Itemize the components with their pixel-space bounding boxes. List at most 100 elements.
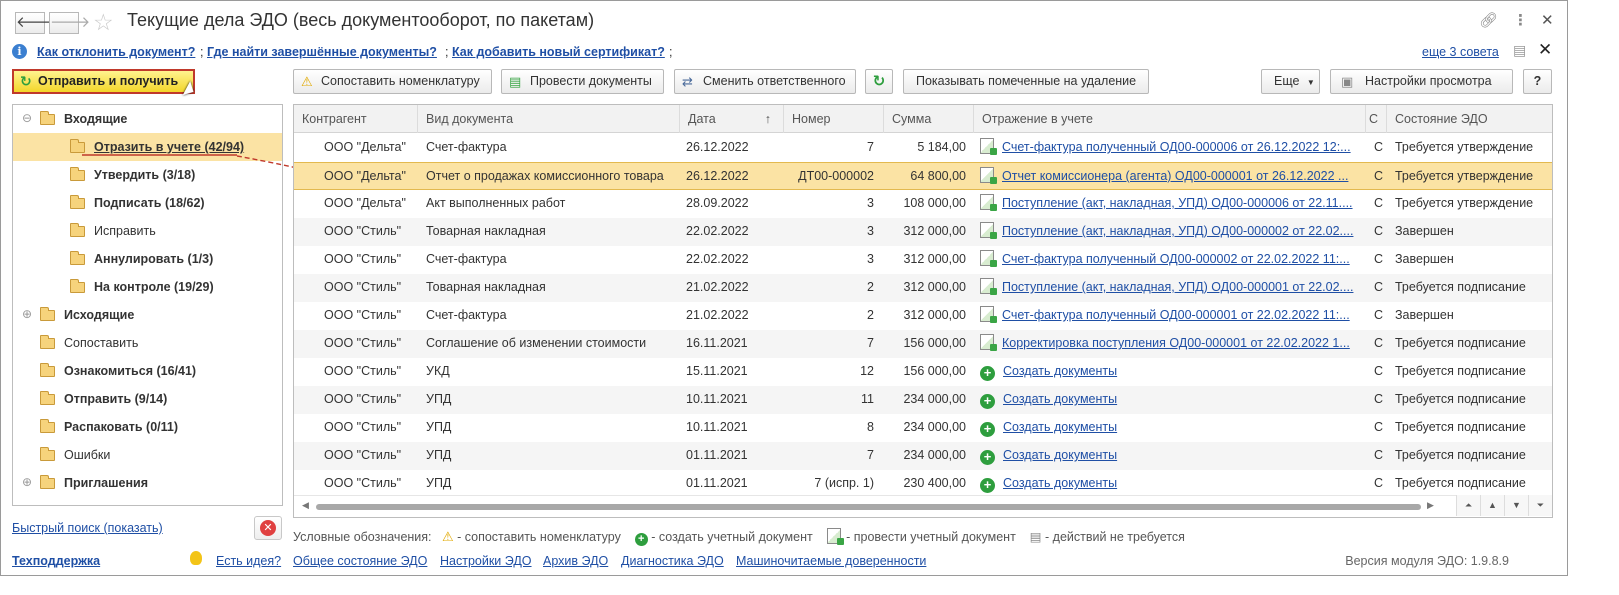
table-row[interactable]: ООО "Стиль" УПД 01.11.2021 7 234 000,00 + Созд… <box>294 442 1552 470</box>
tree-item[interactable]: ⊖ Входящие <box>13 105 282 133</box>
cell-reflection[interactable]: Счет-фактура полученный ОД00-000001 от 2… <box>980 302 1360 330</box>
cell-reflection[interactable]: Поступление (акт, накладная, УПД) ОД00-0… <box>980 274 1360 302</box>
reflection-link[interactable]: Корректировка поступления ОД00-000001 от… <box>1002 336 1350 350</box>
show-marked-deleted-button[interactable]: Показывать помеченные на удаление <box>903 69 1149 94</box>
cell-reflection[interactable]: Поступление (акт, накладная, УПД) ОД00-0… <box>980 190 1360 218</box>
change-responsible-button[interactable]: ⇄ Сменить ответственного <box>674 69 856 94</box>
reflection-link[interactable]: Поступление (акт, накладная, УПД) ОД00-0… <box>1002 196 1353 210</box>
close-icon[interactable]: ✕ <box>1541 11 1554 31</box>
back-button[interactable]: 🡐 <box>15 12 56 34</box>
table-row[interactable]: ООО "Дельта" Акт выполненных работ 28.09.2… <box>294 190 1552 218</box>
tree-item[interactable]: Отправить (9/14) <box>13 385 282 413</box>
cell-reflection[interactable]: + Создать документы <box>980 414 1360 442</box>
footer-link-edo-settings[interactable]: Настройки ЭДО <box>440 554 532 568</box>
support-link[interactable]: Техподдержка <box>12 554 100 568</box>
more-tips-link[interactable]: еще 3 совета <box>1422 45 1499 59</box>
tree-item[interactable]: Сопоставить <box>13 329 282 357</box>
table-row[interactable]: ООО "Стиль" УКД 15.11.2021 12 156 000,00 + Соз… <box>294 358 1552 386</box>
column-c[interactable]: С <box>1366 105 1387 133</box>
column-edo-state[interactable]: Состояние ЭДО <box>1387 105 1552 133</box>
tree-item[interactable]: На контроле (19/29) <box>13 273 282 301</box>
reflection-link[interactable]: Создать документы <box>1003 364 1117 378</box>
page-down-icon[interactable]: ▼ <box>1504 495 1528 516</box>
forward-button[interactable]: 🡒 <box>49 12 90 34</box>
tree-item[interactable]: ⊕ Исходящие <box>13 301 282 329</box>
column-number[interactable]: Номер <box>784 105 884 133</box>
table-row[interactable]: ООО "Стиль" УПД 01.11.2021 7 (испр. 1) 230 4… <box>294 470 1552 498</box>
cell-reflection[interactable]: + Создать документы <box>980 470 1360 498</box>
cell-reflection[interactable]: Корректировка поступления ОД00-000001 от… <box>980 330 1360 358</box>
table-row[interactable]: ООО "Стиль" Счет-фактура 22.02.2022 3 312 00… <box>294 246 1552 274</box>
table-row[interactable]: ООО "Стиль" УПД 10.11.2021 11 234 000,00 + Соз… <box>294 386 1552 414</box>
cell-reflection[interactable]: + Создать документы <box>980 358 1360 386</box>
horizontal-scrollbar[interactable]: ◀ ▶ ⏶ ▲ ▼ ⏷ <box>294 495 1552 517</box>
table-row[interactable]: ООО "Дельта" Счет-фактура 26.12.2022 7 5 184… <box>294 134 1552 162</box>
cell-reflection[interactable]: Отчет комиссионера (агента) ОД00-000001 … <box>980 163 1360 191</box>
view-settings-button[interactable]: ▣ Настройки просмотра <box>1330 69 1513 94</box>
hint-link-reject[interactable]: Как отклонить документ? <box>37 45 195 59</box>
tree-item[interactable]: Отразить в учете (42/94) <box>13 133 282 161</box>
tree-item[interactable]: ⊕ Приглашения <box>13 469 282 497</box>
table-row[interactable]: ООО "Стиль" УПД 10.11.2021 8 234 000,00 + Созд… <box>294 414 1552 442</box>
footer-link-edo-state[interactable]: Общее состояние ЭДО <box>293 554 427 568</box>
tree-item[interactable]: Подписать (18/62) <box>13 189 282 217</box>
expand-icon[interactable]: ⊕ <box>22 475 32 489</box>
post-documents-button[interactable]: ▤ Провести документы <box>501 69 664 94</box>
column-reflection[interactable]: Отражение в учете <box>974 105 1366 133</box>
send-receive-button[interactable]: ↻ Отправить и получить <box>12 69 195 94</box>
page-last-icon[interactable]: ⏷ <box>1528 495 1552 516</box>
scroll-left-icon[interactable]: ◀ <box>302 500 309 511</box>
tree-item[interactable]: Распаковать (0/11) <box>13 413 282 441</box>
cell-reflection[interactable]: Поступление (акт, накладная, УПД) ОД00-0… <box>980 218 1360 246</box>
reflection-link[interactable]: Создать документы <box>1003 392 1117 406</box>
expand-icon[interactable]: ⊕ <box>22 307 32 321</box>
reflection-link[interactable]: Поступление (акт, накладная, УПД) ОД00-0… <box>1002 280 1353 294</box>
table-row[interactable]: ООО "Стиль" Товарная накладная 22.02.2022 3… <box>294 218 1552 246</box>
link-icon[interactable]: 🔗︎ <box>1479 11 1498 31</box>
scroll-right-icon[interactable]: ▶ <box>1427 500 1434 511</box>
more-menu-button[interactable]: Еще ▼ <box>1261 69 1320 94</box>
cell-reflection[interactable]: + Создать документы <box>980 442 1360 470</box>
column-date[interactable]: Дата ↑ <box>680 105 784 133</box>
more-vertical-icon[interactable]: ⋮ <box>1513 11 1528 31</box>
document-icon[interactable]: ▤ <box>1513 42 1526 59</box>
collapse-icon[interactable]: ⊖ <box>22 111 32 125</box>
scrollbar-thumb[interactable] <box>316 504 1421 510</box>
reflection-link[interactable]: Отчет комиссионера (агента) ОД00-000001 … <box>1002 169 1348 183</box>
column-counterparty[interactable]: Контрагент <box>294 105 418 133</box>
clear-search-button[interactable]: ✕ <box>254 516 282 540</box>
close-hints-icon[interactable]: ✕ <box>1538 40 1552 60</box>
reflection-link[interactable]: Поступление (акт, накладная, УПД) ОД00-0… <box>1002 224 1353 238</box>
tree-item[interactable]: Утвердить (3/18) <box>13 161 282 189</box>
footer-link-edo-diagnostics[interactable]: Диагностика ЭДО <box>621 554 724 568</box>
reflection-link[interactable]: Создать документы <box>1003 476 1117 490</box>
page-up-icon[interactable]: ▲ <box>1480 495 1504 516</box>
footer-link-edo-archive[interactable]: Архив ЭДО <box>543 554 608 568</box>
table-row[interactable]: ООО "Стиль" Соглашение об изменении стоим… <box>294 330 1552 358</box>
reflection-link[interactable]: Создать документы <box>1003 448 1117 462</box>
quick-search-link[interactable]: Быстрый поиск (показать) <box>12 521 163 535</box>
page-first-icon[interactable]: ⏶ <box>1456 495 1480 516</box>
reflection-link[interactable]: Создать документы <box>1003 420 1117 434</box>
cell-reflection[interactable]: Счет-фактура полученный ОД00-000006 от 2… <box>980 134 1360 162</box>
match-nomenclature-button[interactable]: ⚠ Сопоставить номенклатуру <box>293 69 492 94</box>
cell-reflection[interactable]: Счет-фактура полученный ОД00-000002 от 2… <box>980 246 1360 274</box>
column-doc-type[interactable]: Вид документа <box>418 105 680 133</box>
table-row[interactable]: ООО "Дельта" Отчет о продажах комиссионно… <box>294 162 1552 190</box>
hint-link-certificate[interactable]: Как добавить новый сертификат? <box>452 45 665 59</box>
footer-link-powers-of-attorney[interactable]: Машиночитаемые доверенности <box>736 554 926 568</box>
footer-link-idea[interactable]: Есть идея? <box>216 554 281 568</box>
tree-item[interactable]: Исправить <box>13 217 282 245</box>
table-row[interactable]: ООО "Стиль" Товарная накладная 21.02.2022 2… <box>294 274 1552 302</box>
tree-item[interactable]: Ошибки <box>13 441 282 469</box>
cell-reflection[interactable]: + Создать документы <box>980 386 1360 414</box>
help-button[interactable]: ? <box>1523 69 1552 94</box>
column-sum[interactable]: Сумма <box>884 105 974 133</box>
tree-item[interactable]: Ознакомиться (16/41) <box>13 357 282 385</box>
reflection-link[interactable]: Счет-фактура полученный ОД00-000006 от 2… <box>1002 140 1351 154</box>
reflection-link[interactable]: Счет-фактура полученный ОД00-000002 от 2… <box>1002 252 1350 266</box>
tree-item[interactable]: Аннулировать (1/3) <box>13 245 282 273</box>
favorite-star-icon[interactable]: ☆ <box>93 8 114 36</box>
hint-link-finished[interactable]: Где найти завершённые документы? <box>207 45 437 59</box>
reflection-link[interactable]: Счет-фактура полученный ОД00-000001 от 2… <box>1002 308 1350 322</box>
